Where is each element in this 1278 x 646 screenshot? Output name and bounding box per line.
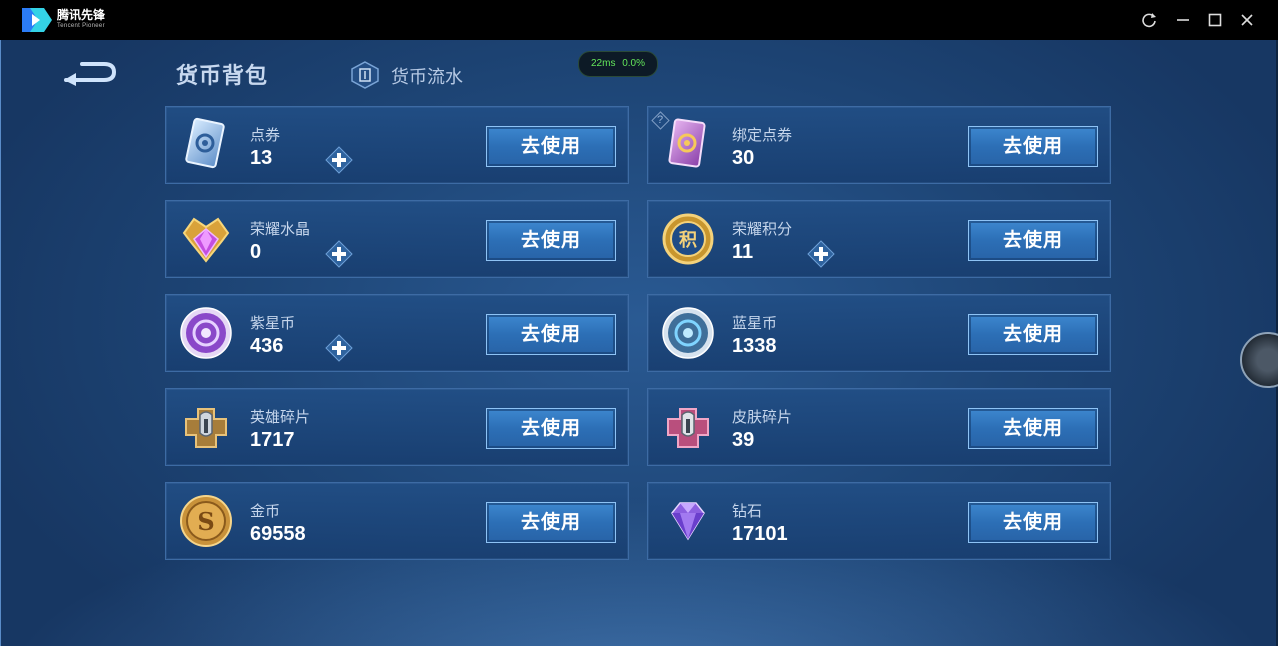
latency-value: 22ms <box>590 58 616 69</box>
maximize-icon[interactable] <box>1206 11 1224 29</box>
currency-amount: 69558 <box>250 523 306 545</box>
side-menu-handle[interactable] <box>1240 332 1278 388</box>
currency-card: 荣耀水晶 0 去使用 <box>165 200 629 278</box>
currency-amount: 436 <box>250 335 284 357</box>
use-button[interactable]: 去使用 <box>486 220 616 261</box>
plus-icon[interactable] <box>806 239 836 269</box>
currency-amount: 1717 <box>250 429 295 451</box>
use-button[interactable]: 去使用 <box>486 126 616 167</box>
bound-coupon-card-icon <box>668 118 706 168</box>
currency-card: 紫星币 436 去使用 <box>165 294 629 372</box>
currency-card: 钻石 17101 去使用 <box>647 482 1111 560</box>
purple-star-coin-icon <box>180 307 232 359</box>
currency-card: 积 荣耀积分 11 去使用 <box>647 200 1111 278</box>
currency-card: 蓝星币 1338 去使用 <box>647 294 1111 372</box>
diamond-icon <box>671 502 705 541</box>
currency-amount: 11 <box>732 241 754 263</box>
currency-name: 皮肤碎片 <box>732 408 793 426</box>
glory-crystal-icon <box>182 217 230 263</box>
currency-card: S 金币 69558 去使用 <box>165 482 629 560</box>
glory-points-glyph: 积 <box>679 230 697 251</box>
app-name: 腾讯先锋 <box>57 8 106 22</box>
hero-fragment-icon <box>185 408 227 448</box>
plus-icon[interactable] <box>324 239 354 269</box>
plus-icon[interactable] <box>324 145 354 175</box>
currency-name: 荣耀水晶 <box>250 220 311 238</box>
currency-name: 紫星币 <box>250 314 296 332</box>
app-brand: 腾讯先锋 Tencent Pioneer <box>57 9 105 30</box>
use-button[interactable]: 去使用 <box>486 408 616 449</box>
tab-currency-flow-label: 货币流水 <box>391 67 463 88</box>
use-button[interactable]: 去使用 <box>968 314 1098 355</box>
gold-coin-icon: S <box>180 495 232 547</box>
currency-amount: 1338 <box>732 335 777 357</box>
glory-points-icon: 积 <box>662 213 714 265</box>
use-button[interactable]: 去使用 <box>968 220 1098 261</box>
skin-fragment-icon <box>667 408 709 448</box>
gold-coin-glyph: S <box>197 507 214 536</box>
back-arrow-icon[interactable] <box>62 58 118 86</box>
page-title: 货币背包 <box>176 64 269 89</box>
currency-name: 金币 <box>250 502 281 520</box>
network-status: 22ms 0.0% <box>578 51 658 77</box>
refresh-icon[interactable] <box>1140 11 1158 29</box>
close-icon[interactable] <box>1238 11 1256 29</box>
currency-name: 钻石 <box>732 502 763 520</box>
use-button[interactable]: 去使用 <box>486 502 616 543</box>
currency-card: 英雄碎片 1717 去使用 <box>165 388 629 466</box>
plus-icon[interactable] <box>324 333 354 363</box>
app-logo-icon <box>22 8 52 32</box>
currency-flow-icon <box>351 61 379 89</box>
currency-name: 蓝星币 <box>732 314 778 332</box>
packet-loss-value: 0.0% <box>622 58 646 69</box>
window-titlebar: 腾讯先锋 Tencent Pioneer <box>0 0 1278 40</box>
use-button[interactable]: 去使用 <box>486 314 616 355</box>
minimize-icon[interactable] <box>1174 11 1192 29</box>
currency-amount: 13 <box>250 147 273 169</box>
coupon-card-icon <box>185 117 225 169</box>
blue-star-coin-icon <box>662 307 714 359</box>
app-name-en: Tencent Pioneer <box>57 23 105 29</box>
currency-card: 皮肤碎片 39 去使用 <box>647 388 1111 466</box>
currency-name: 荣耀积分 <box>732 220 793 238</box>
use-button[interactable]: 去使用 <box>968 502 1098 543</box>
currency-amount: 0 <box>250 241 262 263</box>
currency-name: 英雄碎片 <box>250 408 311 426</box>
currency-name: 绑定点券 <box>732 126 793 144</box>
use-button[interactable]: 去使用 <box>968 126 1098 167</box>
use-button[interactable]: 去使用 <box>968 408 1098 449</box>
currency-card: ? 绑定点券 30 去使用 <box>647 106 1111 184</box>
currency-name: 点券 <box>250 126 281 144</box>
game-screen: 货币背包 货币流水 22ms 0.0% 点券 13 去使用 ? 绑定点券 30 … <box>0 40 1278 646</box>
currency-amount: 30 <box>732 147 755 169</box>
currency-amount: 39 <box>732 429 755 451</box>
currency-card: 点券 13 去使用 <box>165 106 629 184</box>
currency-amount: 17101 <box>732 523 788 545</box>
